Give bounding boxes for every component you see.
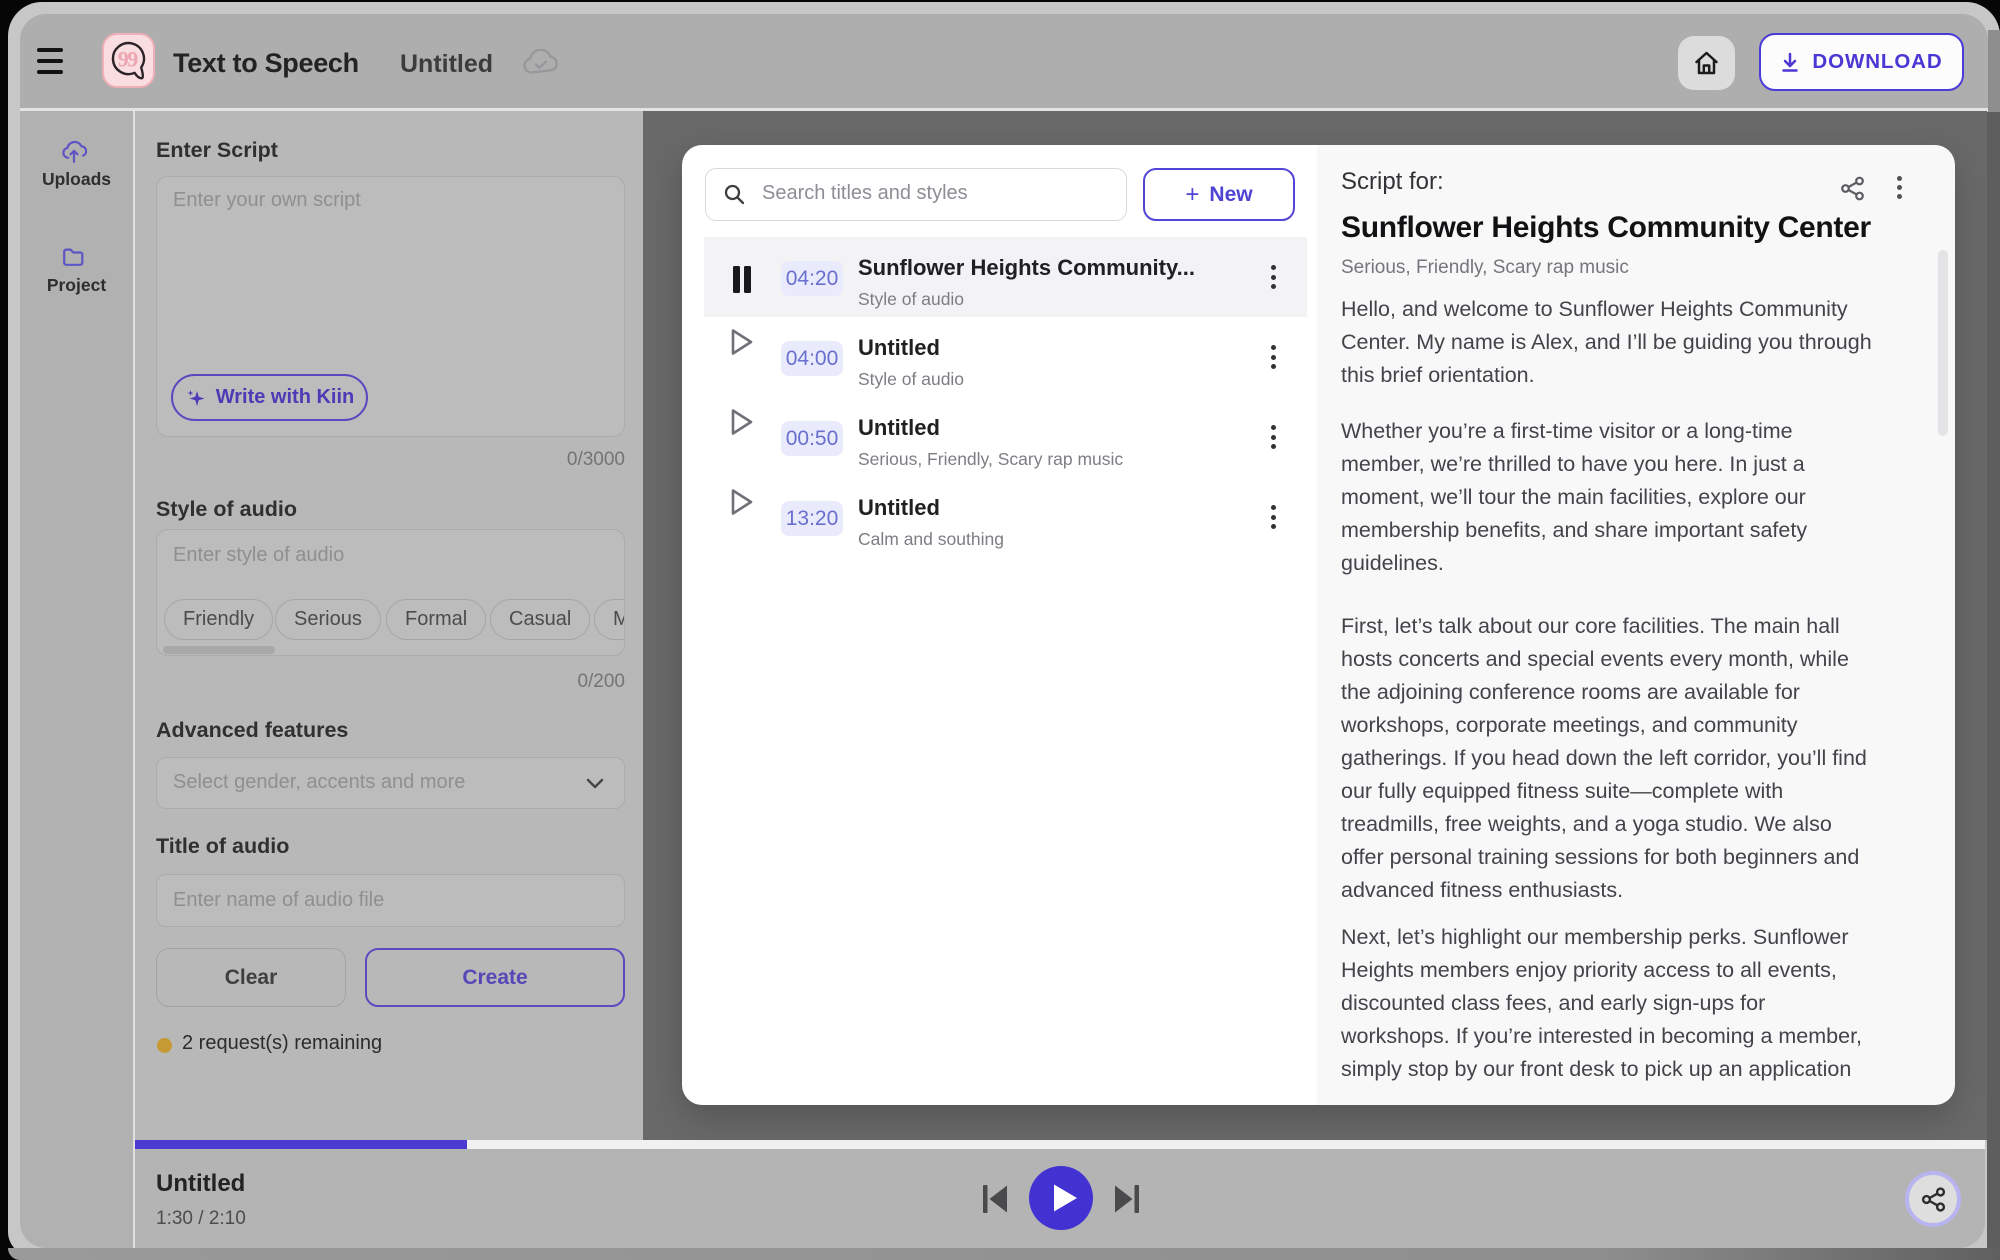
svg-text:99: 99 <box>118 47 139 72</box>
